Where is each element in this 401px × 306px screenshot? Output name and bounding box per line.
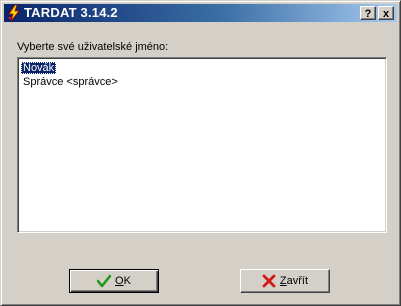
close-button-label: Zavřít — [279, 275, 309, 287]
user-prompt-label: Vyberte své uživatelské jméno: — [17, 41, 169, 53]
close-button[interactable]: Zavřít — [240, 269, 330, 293]
checkmark-icon — [96, 274, 112, 288]
ok-button[interactable]: OK — [69, 269, 159, 293]
red-x-icon — [262, 274, 276, 288]
help-button[interactable]: ? — [360, 6, 376, 20]
user-listbox[interactable]: Novák Správce <správce> — [17, 57, 387, 233]
close-window-button[interactable]: x — [378, 6, 394, 20]
title-bar[interactable]: TARDAT 3.14.2 ? x — [4, 4, 397, 22]
list-item-spravce[interactable]: Správce <správce> — [21, 76, 386, 88]
lightning-icon — [6, 4, 22, 22]
window-title: TARDAT 3.14.2 — [24, 5, 118, 20]
dialog-window: TARDAT 3.14.2 ? x Vyberte své uživatelsk… — [0, 0, 401, 306]
list-item-novak[interactable]: Novák — [21, 62, 57, 74]
ok-button-label: OK — [115, 275, 131, 287]
